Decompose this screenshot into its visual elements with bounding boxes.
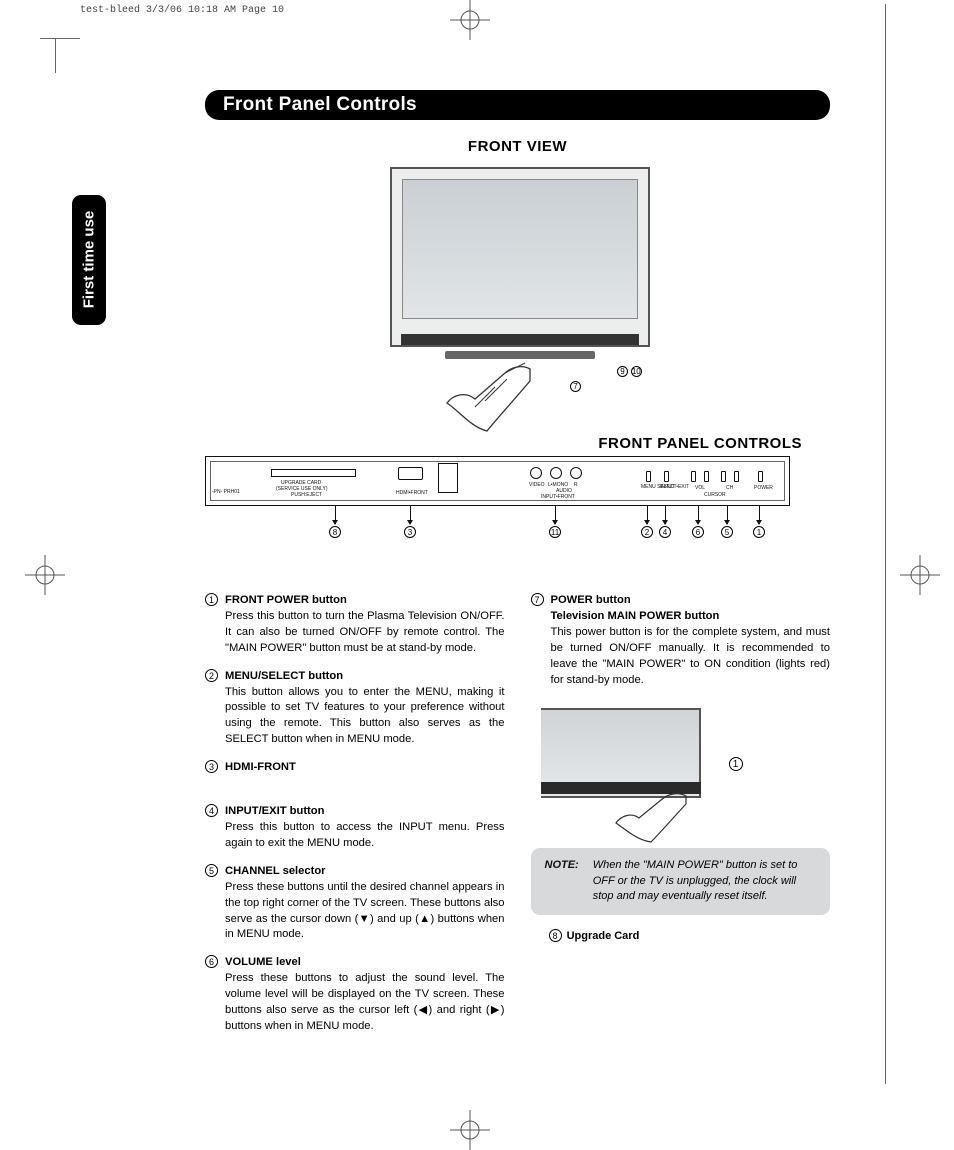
vol-label: VOL [695, 485, 705, 491]
vol-down-shape [691, 471, 696, 482]
hdmi-port [398, 467, 423, 480]
power-label: POWER [754, 485, 773, 491]
right-column: 7 POWER button Television MAIN POWER but… [531, 593, 831, 1047]
item-2-title: MENU/SELECT button [225, 670, 343, 682]
input-button-shape [664, 471, 669, 482]
item-5-title: CHANNEL selector [225, 865, 326, 877]
item-6: 6 VOLUME levelPress these buttons to adj… [205, 955, 505, 1035]
audio-r-jack [570, 467, 582, 479]
crop-mark-left [25, 555, 65, 595]
tv-bezel-bottom [401, 334, 639, 345]
description-columns: 1 FRONT POWER button Press this button to… [205, 593, 830, 1047]
item-4: 4 INPUT/EXIT buttonPress this button to … [205, 804, 505, 852]
item-4-body: Press this button to access the INPUT me… [225, 821, 505, 849]
main-content: FRONT VIEW 7 9 10 FRONT PANEL CONTROLS -… [205, 138, 830, 1047]
video-jack [530, 467, 542, 479]
callout-9-10: 9 10 [617, 366, 642, 377]
vol-up-shape [704, 471, 709, 482]
ch-up-shape [734, 471, 739, 482]
cursor-label: CURSOR [704, 492, 726, 498]
tv-screen [402, 179, 638, 319]
hdmi-label: HDMI•FRONT [396, 490, 428, 496]
trim-line-right [885, 4, 886, 1084]
r-label: R [574, 482, 578, 488]
item-1-title: FRONT POWER button [225, 594, 347, 606]
hand-closeup-icon [611, 790, 701, 845]
video-label: VIDEO [529, 482, 545, 488]
note-label: NOTE: [545, 858, 579, 904]
power-button-shape [758, 471, 763, 482]
trim-line-left [55, 38, 56, 73]
closeup-ref-1: 1 [729, 755, 743, 772]
item-4-title: INPUT/EXIT button [225, 805, 324, 817]
item-7: 7 POWER button Television MAIN POWER but… [531, 593, 831, 688]
page-content: Front Panel Controls FRONT VIEW 7 9 10 F… [70, 90, 880, 1047]
page-title: Front Panel Controls [205, 90, 830, 120]
hand-icon [435, 361, 545, 441]
item-1-body: Press this button to turn the Plasma Tel… [225, 610, 505, 654]
item-3-title: HDMI-FRONT [225, 761, 296, 773]
inputfront-label: INPUT•FRONT [541, 494, 575, 500]
trim-line-top [40, 38, 80, 78]
note-box: NOTE: When the "MAIN POWER" button is se… [531, 848, 831, 914]
note-body: When the "MAIN POWER" button is set to O… [593, 858, 816, 904]
item-1: 1 FRONT POWER buttonPress this button to… [205, 593, 505, 657]
crop-mark-right [900, 555, 940, 595]
ch-label: CH [726, 485, 733, 491]
tv-front-figure: 7 9 10 [205, 161, 830, 441]
item-5-body: Press these buttons until the desired ch… [225, 881, 505, 941]
door-icon [438, 463, 458, 493]
panel-refs: 8 3 11 2 4 6 5 1 [205, 506, 830, 538]
upgrade-card-slot [271, 469, 356, 477]
header-meta: test-bleed 3/3/06 10:18 AM Page 10 [80, 5, 284, 16]
ch-down-shape [721, 471, 726, 482]
item-3: 3 HDMI-FRONT [205, 760, 505, 776]
front-view-heading: FRONT VIEW [205, 138, 830, 155]
item-7-title: POWER button [551, 594, 631, 606]
item-6-title: VOLUME level [225, 956, 301, 968]
front-panel-diagram: -PN- PRH01 UPGRADE CARD (SERVICE USE ONL… [205, 456, 790, 506]
panel-pn: -PN- PRH01 [212, 490, 240, 495]
item-5: 5 CHANNEL selectorPress these buttons un… [205, 864, 505, 944]
inputexit-label: INPUT •EXIT [660, 485, 689, 490]
crop-mark-bottom [450, 1110, 490, 1150]
item-2: 2 MENU/SELECT buttonThis button allows y… [205, 669, 505, 749]
item-7-body: This power button is for the complete sy… [551, 626, 831, 686]
tv-closeup-figure: 1 [531, 700, 831, 840]
tv-stand [445, 351, 595, 359]
upgrade-card-line: 8 Upgrade Card [531, 929, 831, 945]
audio-l-jack [550, 467, 562, 479]
callout-7: 7 [570, 381, 581, 392]
crop-mark-top [450, 0, 490, 40]
item-7-subtitle: Television MAIN POWER button [551, 610, 720, 622]
upgrade-card-label: Upgrade Card [567, 930, 640, 942]
item-6-body: Press these buttons to adjust the sound … [225, 972, 505, 1032]
item-2-body: This button allows you to enter the MENU… [225, 686, 505, 746]
pusheject-label: PUSH:EJECT [291, 492, 322, 498]
tv-illustration [390, 167, 650, 347]
left-column: 1 FRONT POWER buttonPress this button to… [205, 593, 505, 1047]
menu-button-shape [646, 471, 651, 482]
